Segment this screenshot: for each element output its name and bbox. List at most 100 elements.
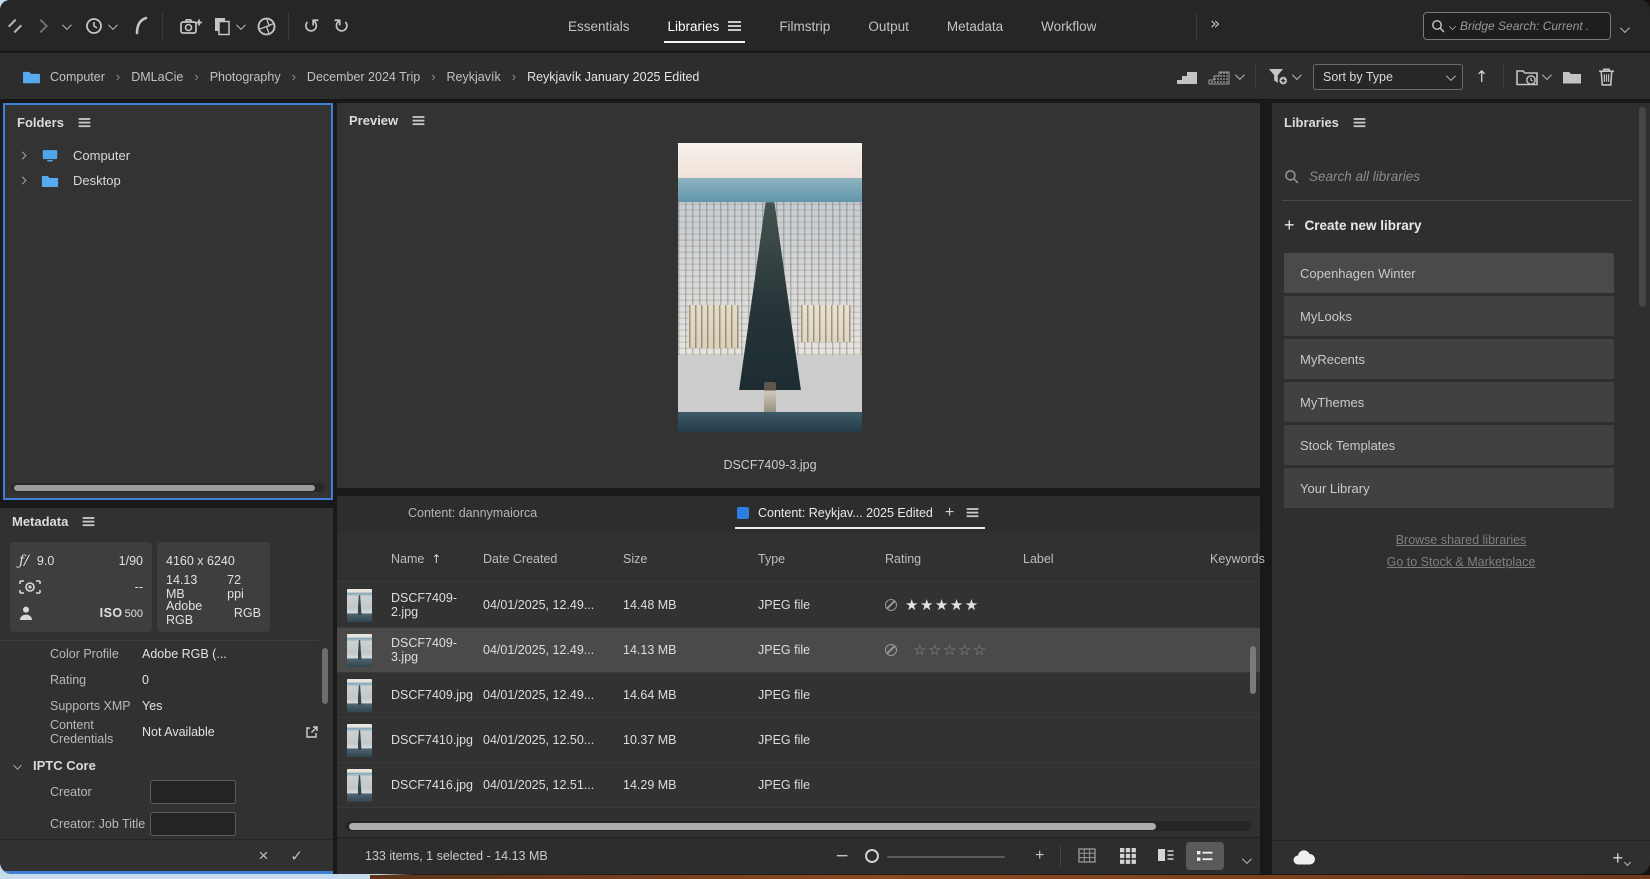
zoom-slider-knob[interactable] xyxy=(865,849,879,863)
new-folder-icon[interactable] xyxy=(1562,53,1582,100)
breadcrumb-item[interactable]: Reykjavík › xyxy=(447,69,528,84)
table-row[interactable]: DSCF7416.jpg 04/01/2025, 12.51... 14.29 … xyxy=(337,763,1260,808)
folders-scrollbar-thumb[interactable] xyxy=(14,485,315,491)
library-item[interactable]: Your Library xyxy=(1284,468,1614,508)
cancel-icon[interactable]: × xyxy=(258,847,268,864)
zoom-out-icon[interactable]: − xyxy=(835,846,849,866)
add-content-tab-icon[interactable]: + xyxy=(945,505,954,521)
metadata-field-input[interactable] xyxy=(150,812,236,836)
libraries-panel-menu-icon[interactable] xyxy=(1354,118,1366,120)
batch-copy-chevron-icon[interactable] xyxy=(236,0,243,52)
view-options-chevron-icon[interactable] xyxy=(1242,852,1249,867)
boomerang-return-icon[interactable] xyxy=(132,0,152,52)
filter-icon[interactable] xyxy=(1268,53,1288,100)
column-header[interactable]: Date Created xyxy=(483,552,623,566)
nav-dropdown-chevron-icon[interactable] xyxy=(62,0,69,52)
forward-button[interactable] xyxy=(36,0,46,52)
preview-panel-menu-icon[interactable] xyxy=(413,116,425,118)
content-tab[interactable]: Content: dannymaiorca xyxy=(408,496,537,530)
library-item[interactable]: MyLooks xyxy=(1284,296,1614,336)
libraries-search[interactable] xyxy=(1284,161,1630,191)
import-from-camera-icon[interactable] xyxy=(180,0,203,52)
workspace-tab[interactable]: Filmstrip xyxy=(767,0,842,52)
table-row[interactable]: DSCF7409-2.jpg 04/01/2025, 12.49... 14.4… xyxy=(337,583,1260,628)
history-chevron-icon[interactable] xyxy=(108,0,115,52)
table-row[interactable]: DSCF7410.jpg 04/01/2025, 12.50... 10.37 … xyxy=(337,718,1260,763)
aperture-refine-icon[interactable] xyxy=(256,0,277,52)
trash-icon[interactable] xyxy=(1598,53,1615,100)
iptc-core-section[interactable]: IPTC Core xyxy=(14,758,96,773)
rotate-left-icon[interactable]: ↺ xyxy=(303,0,320,52)
breadcrumb-item[interactable]: Photography › xyxy=(210,69,307,84)
grid-lock-view-icon[interactable] xyxy=(1078,848,1096,863)
thumbnail-view-icon[interactable] xyxy=(1120,848,1136,864)
rotate-right-icon[interactable]: ↻ xyxy=(333,0,350,52)
sort-dropdown[interactable]: Sort by Type xyxy=(1313,64,1463,90)
library-item[interactable]: Copenhagen Winter xyxy=(1284,253,1614,293)
content-horizontal-scrollbar[interactable] xyxy=(345,821,1252,831)
content-tab[interactable]: Content: Reykjav... 2025 Edited xyxy=(737,496,933,530)
folder-tree-item[interactable]: Desktop xyxy=(5,168,331,193)
zoom-in-icon[interactable]: + xyxy=(1035,847,1044,865)
column-header[interactable]: Size xyxy=(623,552,758,566)
folders-horizontal-scrollbar[interactable] xyxy=(11,483,325,492)
metadata-panel-menu-icon[interactable] xyxy=(83,517,95,519)
libraries-search-input[interactable] xyxy=(1309,169,1630,184)
workspace-tab-menu-icon[interactable] xyxy=(728,21,741,23)
workspace-tab[interactable]: Essentials xyxy=(556,0,642,52)
zoom-slider-track[interactable] xyxy=(887,856,1005,858)
create-new-library-button[interactable]: + Create new library xyxy=(1284,216,1422,234)
library-item[interactable]: Stock Templates xyxy=(1284,425,1614,465)
table-row[interactable]: DSCF7409.jpg 04/01/2025, 12.49... 14.64 … xyxy=(337,673,1260,718)
filter-chevron-icon[interactable] xyxy=(1292,53,1299,100)
thumbnail-quality-icon[interactable] xyxy=(1176,53,1198,100)
workspace-overflow-icon[interactable]: » xyxy=(1210,14,1218,34)
sort-ascending-icon[interactable]: ↑ xyxy=(1475,53,1488,100)
column-header[interactable]: Name ↑ xyxy=(391,552,483,566)
history-icon[interactable] xyxy=(84,0,104,52)
content-scrollbar-thumb[interactable] xyxy=(349,823,1156,830)
panel-divider[interactable] xyxy=(1260,101,1272,874)
library-link[interactable]: Go to Stock & Marketplace xyxy=(1387,555,1536,569)
search-input[interactable] xyxy=(1460,19,1603,33)
column-header[interactable]: Rating xyxy=(885,552,1023,566)
library-link[interactable]: Browse shared libraries xyxy=(1396,533,1527,547)
back-button[interactable] xyxy=(10,0,20,52)
expand-chevron-icon[interactable] xyxy=(19,177,27,185)
expand-chevron-icon[interactable] xyxy=(19,152,27,160)
panel-divider[interactable] xyxy=(0,500,333,508)
folder-tree-item[interactable]: Computer xyxy=(5,143,331,168)
workspace-tab[interactable]: Output xyxy=(856,0,921,52)
recent-folder-icon[interactable] xyxy=(1516,53,1538,100)
details-view-icon[interactable] xyxy=(1157,848,1175,862)
sort-ascending-icon[interactable]: ↑ xyxy=(431,552,441,566)
search-scope-chevron-icon[interactable] xyxy=(1449,23,1456,30)
workspace-tab[interactable]: Workflow xyxy=(1029,0,1108,52)
libraries-scrollbar-thumb[interactable] xyxy=(1639,107,1646,307)
content-vertical-scrollbar-thumb[interactable] xyxy=(1250,646,1256,694)
column-header[interactable]: Type xyxy=(758,552,885,566)
breadcrumb-item[interactable]: Reykjavík January 2025 Edited xyxy=(527,70,699,84)
workspace-tab[interactable]: Libraries xyxy=(656,0,754,52)
content-tab-menu-icon[interactable] xyxy=(967,508,979,510)
metadata-scrollbar-thumb[interactable] xyxy=(322,648,328,704)
folders-panel-menu-icon[interactable] xyxy=(79,118,91,120)
bridge-search-box[interactable] xyxy=(1423,12,1611,40)
table-row[interactable]: DSCF7409-3.jpg 04/01/2025, 12.49... 14.1… xyxy=(337,628,1260,673)
metadata-field-input[interactable] xyxy=(150,780,236,804)
breadcrumb-item[interactable]: December 2024 Trip › xyxy=(307,69,447,84)
breadcrumb-item[interactable]: DMLaCie › xyxy=(131,69,209,84)
cloud-sync-icon[interactable] xyxy=(1292,849,1316,866)
library-item[interactable]: MyThemes xyxy=(1284,382,1614,422)
batch-copy-icon[interactable] xyxy=(212,0,232,52)
recent-folder-chevron-icon[interactable] xyxy=(1542,53,1549,100)
preview-quality-icon[interactable] xyxy=(1208,53,1230,100)
search-options-chevron-icon[interactable] xyxy=(1620,21,1627,36)
workspace-tab[interactable]: Metadata xyxy=(935,0,1015,52)
library-item[interactable]: MyRecents xyxy=(1284,339,1614,379)
file-rating[interactable]: ★★★★★ xyxy=(885,596,1023,614)
quality-chevron-icon[interactable] xyxy=(1235,53,1242,100)
file-rating[interactable]: ☆☆☆☆☆ xyxy=(885,641,1023,659)
apply-icon[interactable]: ✓ xyxy=(290,847,303,865)
breadcrumb-item[interactable]: Computer › xyxy=(50,69,131,84)
